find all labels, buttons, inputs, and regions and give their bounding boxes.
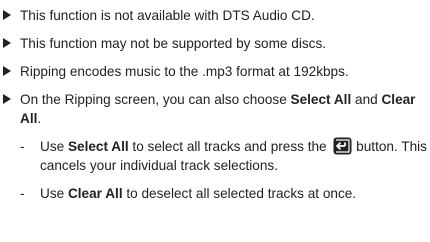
sub-notes-list: - Use Select All to select all tracks an…	[0, 137, 430, 203]
sub-note-post: to deselect all selected tracks at once.	[122, 186, 357, 201]
bullet-triangle-icon	[3, 94, 11, 104]
note-item: This function may not be supported by so…	[0, 34, 430, 53]
note-text-post: .	[37, 111, 42, 126]
note-item: On the Ripping screen, you can also choo…	[0, 90, 430, 128]
note-text: Ripping encodes music to the .mp3 format…	[20, 64, 349, 79]
dash-bullet: -	[20, 186, 25, 201]
note-item: This function is not available with DTS …	[0, 6, 430, 25]
clear-all-term: Clear All	[67, 186, 123, 201]
sub-note-item: - Use Select All to select all tracks an…	[0, 137, 430, 175]
bullet-triangle-icon	[3, 38, 11, 48]
note-text: This function may not be supported by so…	[20, 36, 327, 51]
sub-note-mid: to select all tracks and press the	[128, 139, 331, 154]
notes-list: This function is not available with DTS …	[0, 6, 430, 212]
bullet-triangle-icon	[3, 66, 11, 76]
select-all-term: Select All	[290, 92, 352, 107]
sub-note-pre: Use	[40, 139, 68, 154]
bullet-triangle-icon	[3, 10, 11, 20]
enter-button-icon	[333, 137, 352, 155]
sub-note-pre: Use	[40, 186, 68, 201]
note-text-mid: and	[351, 92, 382, 107]
note-text-pre: On the Ripping screen, you can also choo…	[20, 92, 291, 107]
sub-note-item: - Use Clear All to deselect all selected…	[0, 184, 430, 203]
select-all-term: Select All	[67, 139, 129, 154]
note-text: This function is not available with DTS …	[20, 8, 315, 23]
dash-bullet: -	[20, 139, 25, 154]
note-item: Ripping encodes music to the .mp3 format…	[0, 62, 430, 81]
